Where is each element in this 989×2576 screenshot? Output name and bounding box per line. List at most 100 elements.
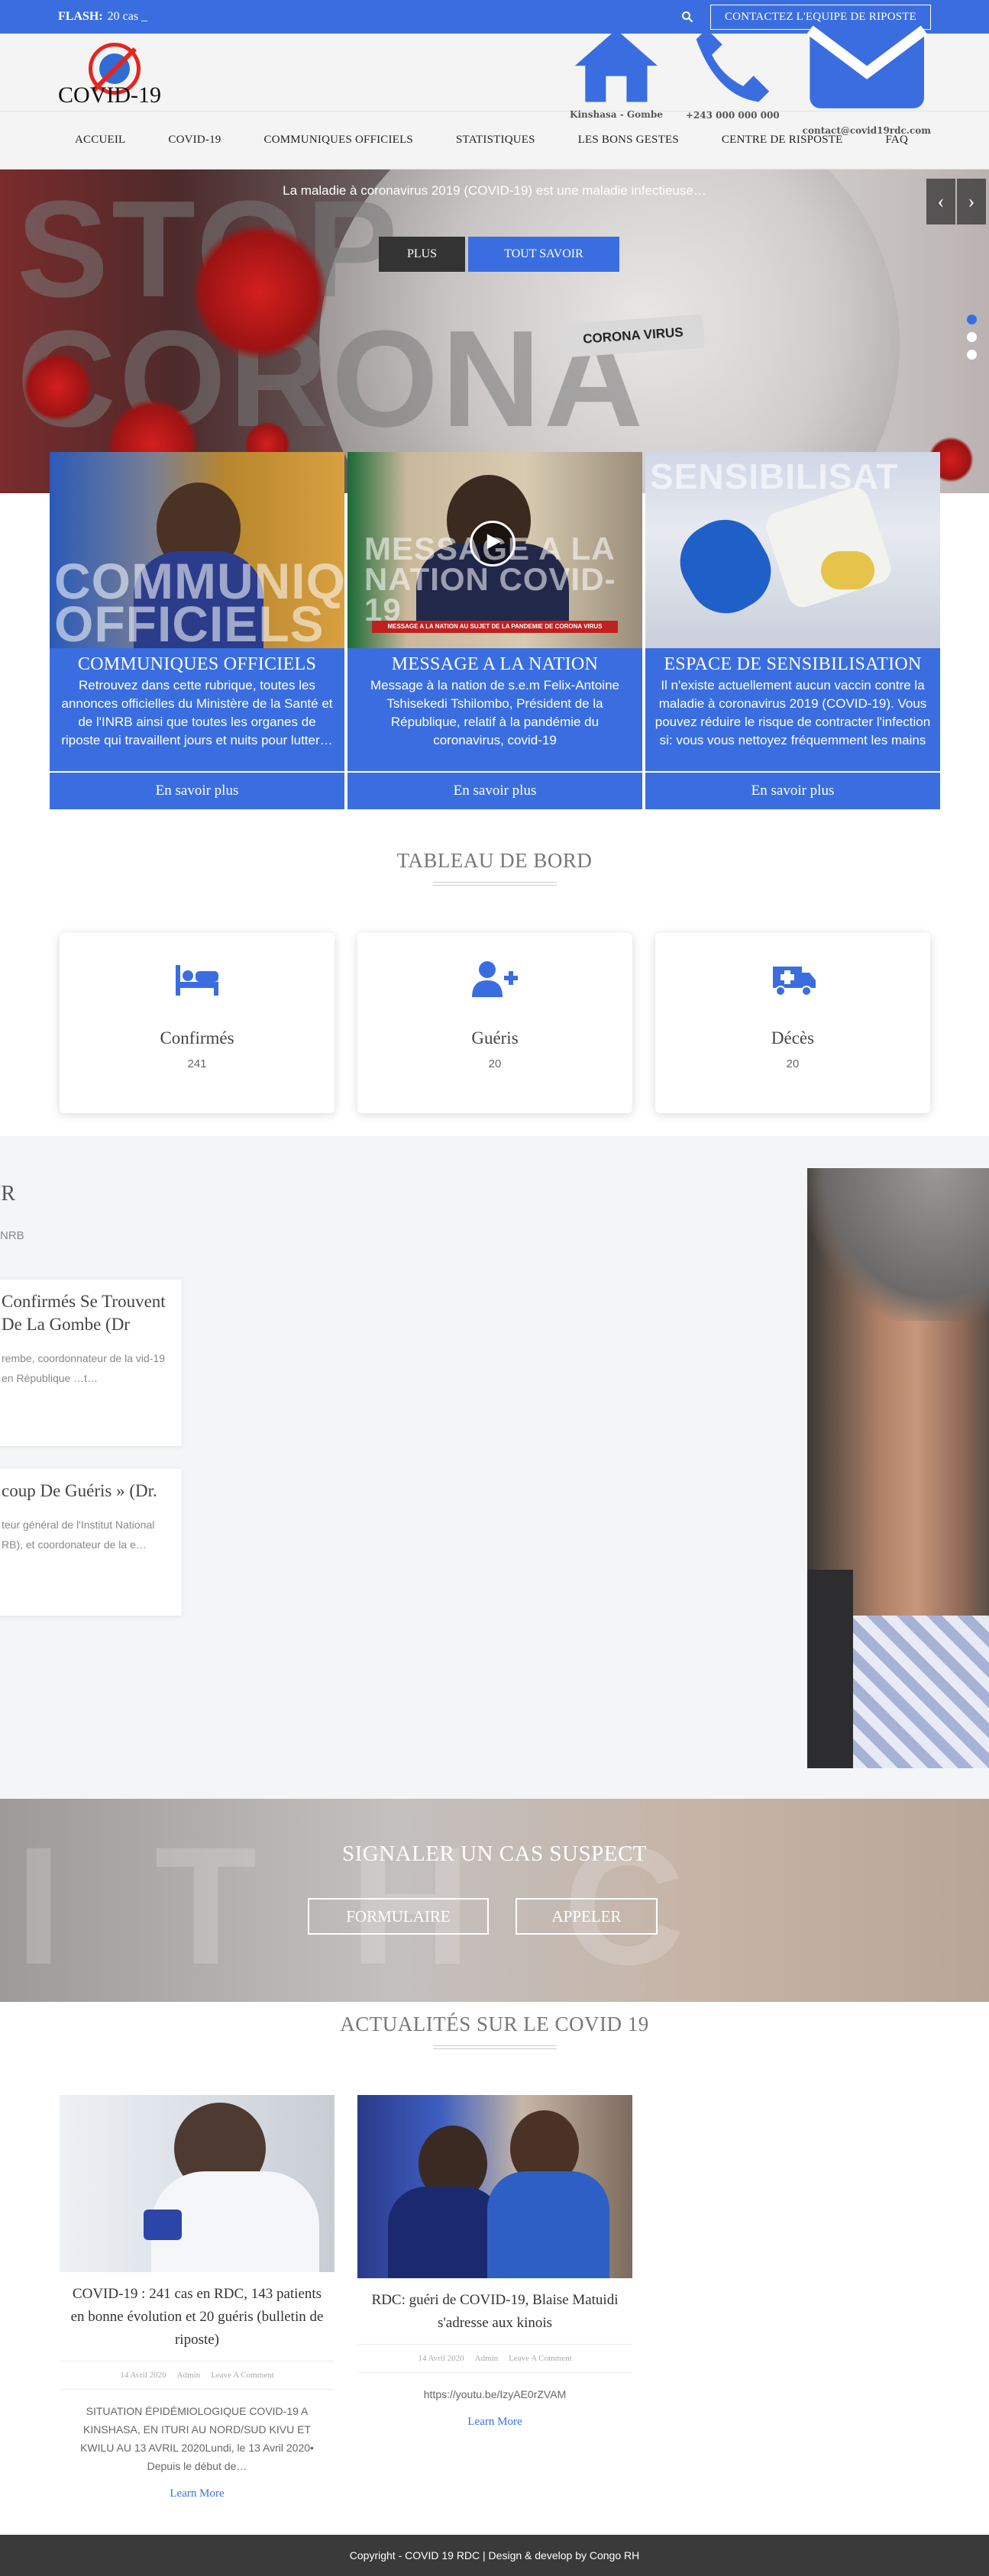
nav-item-communiques[interactable]: COMMUNIQUES OFFICIELS [264,134,413,147]
home-icon [574,29,658,102]
post-comments[interactable]: Leave A Comment [211,2371,273,2380]
card-image: SENSIBILISAT [645,452,940,648]
portrait-suit [807,1570,853,1768]
nav-item-statistiques[interactable]: STATISTIQUES [456,134,535,147]
glove-shape [144,2210,182,2240]
hero-slider[interactable]: STOPCORONA CORONA VIRUS La maladie à cor… [0,169,989,493]
phone-icon [696,29,769,102]
news-post[interactable]: COVID-19 : 241 cas en RDC, 143 patients … [60,2095,335,2500]
phone-text: +243 000 000 000 [685,109,780,121]
post-author[interactable]: Admin [177,2371,201,2380]
post-title[interactable]: COVID-19 : 241 cas en RDC, 143 patients … [60,2283,335,2352]
mask-shape [821,551,874,589]
card-more-button[interactable]: En savoir plus [347,771,642,809]
card-sensibilisation[interactable]: SENSIBILISAT ESPACE DE SENSIBILISATION I… [645,452,940,809]
interview-item-title: coup De Guéris » (Dr. [2,1481,157,1500]
interview-item-title: Confirmés Se Trouvent De La Gombe (Dr [2,1292,166,1334]
card-overlay-text: COMMUNIQUES OFFICIELS [54,553,344,648]
header-info: Kinshasa - Gombe +243 000 000 000 contac… [570,8,931,136]
virus-particle [23,353,92,421]
post-image[interactable] [357,2095,632,2278]
post-comments[interactable]: Leave A Comment [509,2354,571,2363]
slider-dot[interactable] [967,332,977,342]
location-text: Kinshasa - Gombe [570,109,663,121]
news-heading: ACTUALITÉS SUR LE COVID 19 [0,2013,989,2049]
card-image: MESSAGE A LA NATION COVID-19 MESSAGE A L… [347,452,642,648]
card-more-button[interactable]: En savoir plus [645,771,940,809]
formulaire-button[interactable]: FORMULAIRE [308,1898,489,1935]
card-message-nation[interactable]: MESSAGE A LA NATION COVID-19 MESSAGE A L… [347,452,642,809]
post-excerpt[interactable]: https://youtu.be/IzyAE0rZVAM [357,2385,632,2403]
stat-confirmes: Confirmés 241 [60,933,335,1113]
card-image: COMMUNIQUES OFFICIELS [50,452,344,648]
feature-cards: COMMUNIQUES OFFICIELS COMMUNIQUES OFFICI… [50,452,940,809]
card-title: COMMUNIQUES OFFICIELS [77,654,317,674]
site-footer: Copyright - COVID 19 RDC | Design & deve… [0,2535,989,2576]
slider-dot[interactable] [967,315,977,324]
email-info[interactable]: contact@covid19rdc.com [803,8,931,136]
post-title[interactable]: RDC: guéri de COVID-19, Blaise Matuidi s… [357,2289,632,2335]
hero-bg-text: STOPCORONA [17,181,646,448]
title-separator [432,2045,557,2049]
portrait-hair [807,1168,989,1321]
card-text: Message à la nation de s.e.m Felix-Antoi… [370,678,619,747]
plus-button[interactable]: PLUS [379,237,465,272]
interview-item-text: rembe, coordonnateur de la vid-19 en Rép… [2,1352,166,1384]
logo-text: COVID-19 [58,82,161,108]
glove-shape [762,483,895,612]
email-text: contact@covid19rdc.com [802,124,931,136]
stat-gueris: Guéris 20 [357,933,632,1113]
site-header: COVID-19 Kinshasa - Gombe +243 000 000 0… [0,22,989,136]
post-author[interactable]: Admin [475,2354,499,2363]
interview-subheading: NRB [0,1229,24,1242]
signal-section: I T H C SIGNALER UN CAS SUSPECT FORMULAI… [0,1799,989,2002]
virus-particle [191,223,328,360]
tout-savoir-button[interactable]: TOUT SAVOIR [468,237,619,272]
learn-more-link[interactable]: Learn More [357,2416,632,2429]
slider-dot[interactable] [967,350,977,360]
stats-row: Confirmés 241 Guéris 20 Décès 20 [60,933,930,1113]
speaker-portrait [807,1168,989,1768]
post-excerpt: SITUATION ÉPIDÉMIOLOGIQUE COVID-19 A KIN… [80,2405,314,2472]
hero-buttons: PLUS TOUT SAVOIR [379,237,619,272]
hero-caption: La maladie à coronavirus 2019 (COVID-19)… [283,183,706,198]
user-plus-icon [472,961,518,997]
card-overlay-text: MESSAGE A LA NATION COVID-19 [364,531,616,628]
interview-item[interactable]: coup De Guéris » (Dr. teur général de l'… [0,1469,182,1616]
signal-title: SIGNALER UN CAS SUSPECT [341,1842,648,1866]
copyright-text: Copyright - COVID 19 RDC | Design & deve… [349,2549,640,2561]
card-overlay-text: SENSIBILISAT [650,457,899,496]
stat-label: Confirmés [160,1028,234,1048]
slider-prev-button[interactable]: ‹ [926,179,955,224]
post-meta: 14 Avril 2020 Admin Leave A Comment [60,2361,335,2390]
interview-section: IR NRB Confirmés Se Trouvent De La Gombe… [0,1136,989,1799]
dashboard-heading: TABLEAU DE BORD [0,849,989,886]
phone-info[interactable]: +243 000 000 000 [685,24,780,121]
title-separator [432,882,557,886]
dashboard-title: TABLEAU DE BORD [396,849,593,872]
card-more-button[interactable]: En savoir plus [50,771,344,809]
nav-item-accueil[interactable]: ACCUEIL [75,134,125,147]
appeler-button[interactable]: APPELER [516,1898,658,1935]
post-image[interactable] [60,2095,335,2272]
stat-value: 20 [786,1057,800,1070]
envelope-icon [806,22,927,109]
card-communiques[interactable]: COMMUNIQUES OFFICIELS COMMUNIQUES OFFICI… [50,452,344,809]
flash-label: FLASH: [58,10,103,23]
ambulance-icon [773,967,816,996]
bed-icon [176,965,218,996]
nav-item-covid19[interactable]: COVID-19 [168,134,221,147]
learn-more-link[interactable]: Learn More [60,2487,335,2500]
site-logo[interactable]: COVID-19 [58,38,173,108]
slider-next-button[interactable]: › [957,179,986,224]
post-date: 14 Avril 2020 [418,2354,464,2363]
news-post[interactable]: RDC: guéri de COVID-19, Blaise Matuidi s… [357,2095,632,2429]
stat-label: Guéris [471,1028,519,1048]
card-text: Retrouvez dans cette rubrique, toutes le… [61,678,333,747]
interview-item[interactable]: Confirmés Se Trouvent De La Gombe (Dr re… [0,1280,182,1446]
location-info: Kinshasa - Gombe [570,24,663,120]
video-banner: MESSAGE A LA NATION AU SUJET DE LA PANDE… [372,621,618,633]
stat-deces: Décès 20 [655,933,930,1113]
post-meta: 14 Avril 2020 Admin Leave A Comment [357,2344,632,2373]
interview-item-text: teur général de l'Institut National RB),… [2,1519,155,1551]
